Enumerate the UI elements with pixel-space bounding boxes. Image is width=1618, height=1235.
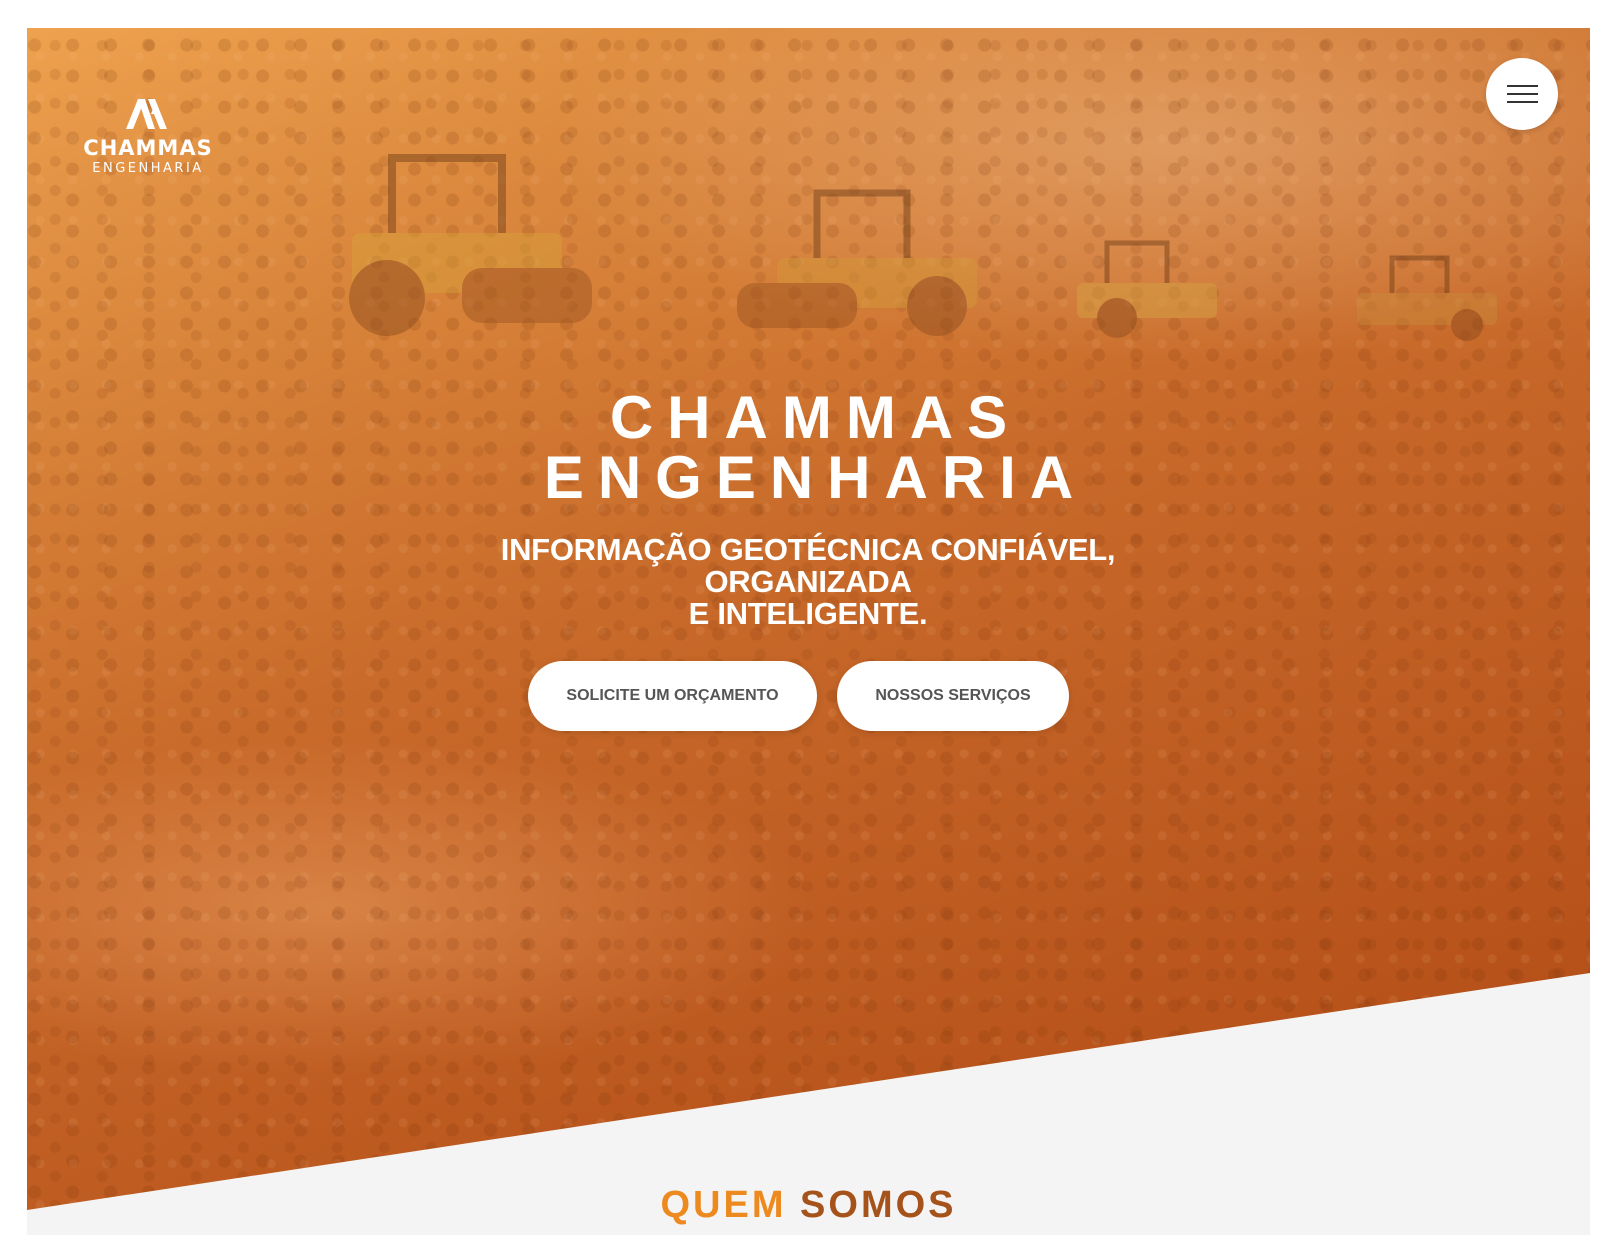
hero-subtitle-line1: INFORMAÇÃO GEOTÉCNICA CONFIÁVEL, ORGANIZ… — [500, 532, 1116, 599]
hamburger-menu-icon — [1507, 101, 1538, 103]
hero-subtitle-line2: E INTELIGENTE. — [688, 596, 928, 631]
brand-name: CHAMMAS — [83, 136, 213, 160]
roller-machine-image — [349, 154, 592, 336]
hamburger-menu-icon — [1507, 85, 1538, 87]
hamburger-menu-icon — [1507, 93, 1538, 95]
hero-banner: CHAMMAS ENGENHARIA CHAMMAS ENGENHARIA IN… — [27, 28, 1590, 1210]
hero-subtitle: INFORMAÇÃO GEOTÉCNICA CONFIÁVEL, ORGANIZ… — [408, 534, 1208, 630]
hero-title-line1: CHAMMAS — [609, 384, 1022, 451]
about-title-word2: SOMOS — [800, 1184, 957, 1226]
page-frame: CHAMMAS ENGENHARIA CHAMMAS ENGENHARIA IN… — [27, 28, 1590, 1235]
request-quote-button[interactable]: SOLICITE UM ORÇAMENTO — [528, 661, 817, 731]
brand-logo[interactable]: CHAMMAS ENGENHARIA — [83, 96, 213, 178]
about-title-word1: QUEM — [660, 1184, 787, 1226]
roller-machine-image — [737, 189, 977, 336]
roller-machine-image — [1357, 255, 1497, 341]
our-services-button[interactable]: NOSSOS SERVIÇOS — [837, 661, 1069, 731]
about-section-title: QUEM SOMOS — [27, 1185, 1590, 1225]
menu-button[interactable] — [1486, 58, 1558, 130]
chammas-m-icon — [126, 99, 167, 129]
hero-title-line2: ENGENHARIA — [543, 444, 1088, 511]
hero-title: CHAMMAS ENGENHARIA — [27, 388, 1590, 508]
roller-machine-image — [1077, 240, 1217, 338]
brand-subtitle: ENGENHARIA — [92, 161, 204, 176]
